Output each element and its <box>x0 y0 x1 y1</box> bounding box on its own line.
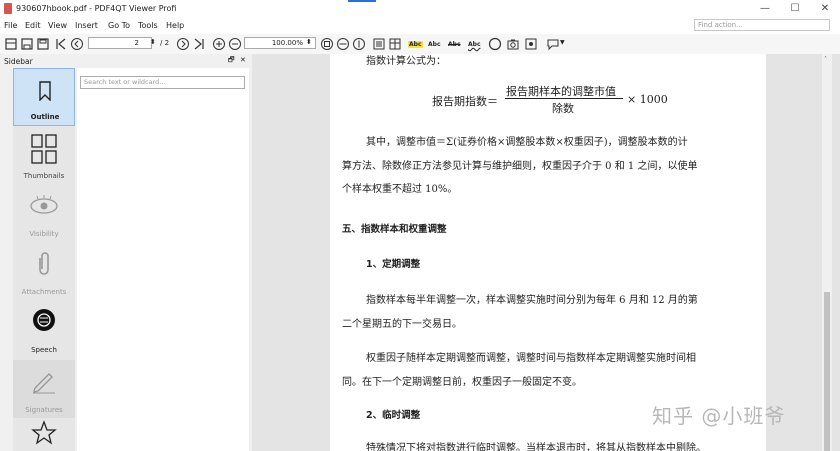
para3-line2: 同。在下一个定期调整日前，权重因子一般固定不变。 <box>342 377 582 388</box>
menu-view[interactable]: View <box>48 21 67 30</box>
text-select-icon[interactable] <box>372 37 386 51</box>
page-spin-arrows[interactable]: ⬍ <box>150 38 156 46</box>
heading-temporary-adjustment: 2、临时调整 <box>366 410 421 421</box>
thumbnails-icon <box>31 134 57 164</box>
title-accent <box>348 0 376 2</box>
sidebar-header: Sidebar 🗗 ✕ <box>0 54 252 68</box>
minimize-button[interactable]: — <box>750 2 780 16</box>
sidebar-title: Sidebar <box>4 57 33 66</box>
circle-icon[interactable] <box>488 37 502 51</box>
watermark: 知乎 @小班爷 <box>652 404 786 428</box>
pdf-app-icon <box>4 3 12 14</box>
pdf-page <box>330 54 766 451</box>
fraction-bar <box>505 98 623 99</box>
para2-line1: 指数样本每半年调整一次，样本调整实施时间分别为每年 6 月和 12 月的第 <box>366 295 698 306</box>
menu-help[interactable]: Help <box>166 21 184 30</box>
tab-thumbnails-label: Thumbnails <box>23 172 65 180</box>
tab-outline-label: Outline <box>30 113 60 121</box>
strikeout-text-tool[interactable]: Abc <box>448 41 461 48</box>
para4-line1: 特殊情况下将对指数进行临时调整。当样本退市时，将其从指数样本中剔除。 <box>366 443 706 451</box>
scroll-up-icon[interactable]: ˄ <box>824 56 827 63</box>
camera-icon[interactable] <box>506 37 520 51</box>
close-button[interactable]: ✕ <box>810 2 840 16</box>
first-page-icon[interactable] <box>54 37 68 51</box>
find-action-input[interactable]: Find action... <box>694 19 830 31</box>
save-icon[interactable] <box>20 37 34 51</box>
formula-intro: 指数计算公式为： <box>366 56 446 67</box>
tab-signatures[interactable]: Signatures <box>13 360 75 418</box>
sidebar-search-input[interactable]: Search text or wildcard... <box>80 76 245 89</box>
para1-line3: 个样本权重不超过 10%。 <box>342 184 458 195</box>
formula-numerator: 报告期样本的调整市值 <box>506 85 616 98</box>
paperclip-icon <box>39 252 49 275</box>
menu-insert[interactable]: Insert <box>75 21 98 30</box>
comment-dropdown-icon[interactable]: ▼ <box>560 39 565 46</box>
comment-icon[interactable] <box>546 37 560 51</box>
menu-edit[interactable]: Edit <box>25 21 41 30</box>
table-select-icon[interactable] <box>388 37 402 51</box>
zoom-out-icon[interactable] <box>228 37 242 51</box>
para1-line2: 算方法、除数修正方法参见计算与维护细则，权重因子介于 0 和 1 之间，以使单 <box>342 161 698 172</box>
formula-lhs: 报告期指数＝ <box>432 95 498 108</box>
fit-height-icon[interactable] <box>352 37 366 51</box>
maximize-button[interactable]: ☐ <box>780 2 810 16</box>
fit-width-icon[interactable] <box>336 37 350 51</box>
tab-outline[interactable]: Outline <box>13 68 75 126</box>
speech-icon <box>33 309 55 331</box>
menu-tools[interactable]: Tools <box>138 21 158 30</box>
zoom-spin-arrows[interactable]: ⬍ <box>306 38 312 46</box>
para4-clip: 特殊情况下将对指数进行临时调整。当样本退市时，将其从指数样本中剔除。 <box>366 439 756 451</box>
star-icon[interactable] <box>31 420 57 446</box>
next-page-icon[interactable] <box>176 37 190 51</box>
vertical-scrollbar-thumb[interactable] <box>824 292 830 451</box>
squiggly-text-tool[interactable]: Abc <box>468 41 481 48</box>
pen-icon <box>33 373 55 394</box>
page-total: / 2 <box>160 39 170 47</box>
highlight-text-tool[interactable]: Abc <box>408 41 423 48</box>
tab-attachments-label: Attachments <box>21 288 67 296</box>
stamp-icon[interactable] <box>524 37 538 51</box>
last-page-icon[interactable] <box>192 37 206 51</box>
page-number-input[interactable]: 2 <box>88 37 152 49</box>
menu-goto[interactable]: Go To <box>108 21 130 30</box>
heading-section5: 五、指数样本和权重调整 <box>342 224 447 235</box>
tab-speech[interactable]: Speech <box>13 302 75 358</box>
tab-visibility-label: Visibility <box>29 230 59 238</box>
para1-line1: 其中，调整市值＝Σ(证券价格×调整股本数×权重因子)，调整股本数的计 <box>366 137 688 148</box>
formula-factor: × 1000 <box>627 93 668 106</box>
save-as-icon[interactable] <box>36 37 50 51</box>
tab-attachments[interactable]: Attachments <box>13 244 75 300</box>
sidebar-tabs: Outline Thumbnails Visibility Attachment… <box>13 68 75 451</box>
tab-thumbnails[interactable]: Thumbnails <box>13 128 75 184</box>
zoom-in-icon[interactable] <box>212 37 226 51</box>
sidebar-close-button[interactable]: ✕ <box>240 56 246 64</box>
tab-visibility[interactable]: Visibility <box>13 186 75 242</box>
window-title: 930607hbook.pdf - PDF4QT Viewer Profi <box>16 4 177 13</box>
sidebar-float-button[interactable]: 🗗 <box>228 56 235 67</box>
underline-text-tool[interactable]: Abc <box>428 41 441 48</box>
menu-file[interactable]: File <box>4 21 17 30</box>
previous-page-icon[interactable] <box>70 37 84 51</box>
formula-denominator: 除数 <box>552 102 574 115</box>
para2-line2: 二个星期五的下一交易日。 <box>342 319 462 330</box>
open-icon[interactable] <box>4 37 18 51</box>
sidebar-panel <box>77 68 249 451</box>
heading-periodic-adjustment: 1、定期调整 <box>366 259 421 270</box>
title-bar: 930607hbook.pdf - PDF4QT Viewer Profi — … <box>0 0 840 18</box>
tab-speech-label: Speech <box>31 346 57 354</box>
fit-page-icon[interactable] <box>320 37 334 51</box>
eye-icon <box>30 195 58 214</box>
bookmark-icon <box>39 81 51 101</box>
tab-signatures-label: Signatures <box>25 406 63 414</box>
para3-line1: 权重因子随样本定期调整而调整，调整时间与指数样本定期调整实施时间相 <box>366 353 696 364</box>
